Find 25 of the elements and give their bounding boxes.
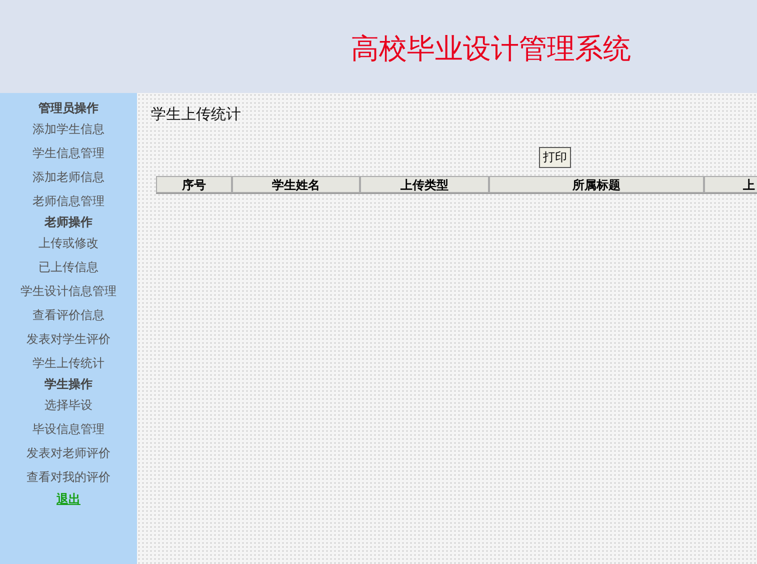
- sidebar-link[interactable]: 添加老师信息: [32, 165, 104, 189]
- sidebar-link[interactable]: 学生上传统计: [32, 351, 104, 375]
- system-title: 高校毕业设计管理系统: [351, 31, 631, 67]
- sidebar-link[interactable]: 学生信息管理: [32, 141, 104, 165]
- page-title: 学生上传统计: [151, 105, 242, 124]
- column-header: 上传类型: [360, 176, 489, 193]
- sidebar-link[interactable]: 选择毕设: [44, 393, 92, 417]
- sidebar-link[interactable]: 查看评价信息: [32, 303, 104, 327]
- column-header: 学生姓名: [232, 176, 360, 193]
- sidebar-link[interactable]: 上传或修改: [38, 231, 98, 255]
- column-header: 上: [704, 176, 757, 193]
- sidebar-link[interactable]: 添加学生信息: [32, 117, 104, 141]
- column-header: 序号: [156, 176, 232, 193]
- sidebar-link[interactable]: 老师信息管理: [32, 189, 104, 213]
- sidebar-group-title: 老师操作: [44, 214, 92, 231]
- sidebar-link[interactable]: 已上传信息: [38, 255, 98, 279]
- print-button[interactable]: 打印: [539, 147, 571, 168]
- sidebar-link[interactable]: 发表对学生评价: [26, 327, 110, 351]
- sidebar-link[interactable]: 学生设计信息管理: [20, 279, 116, 303]
- sidebar-link[interactable]: 发表对老师评价: [26, 441, 110, 465]
- sidebar-link[interactable]: 毕设信息管理: [32, 417, 104, 441]
- column-header: 所属标题: [489, 176, 704, 193]
- sidebar-group-title: 学生操作: [44, 376, 92, 393]
- sidebar-group-title: 管理员操作: [38, 100, 98, 117]
- sidebar-link[interactable]: 查看对我的评价: [26, 465, 110, 489]
